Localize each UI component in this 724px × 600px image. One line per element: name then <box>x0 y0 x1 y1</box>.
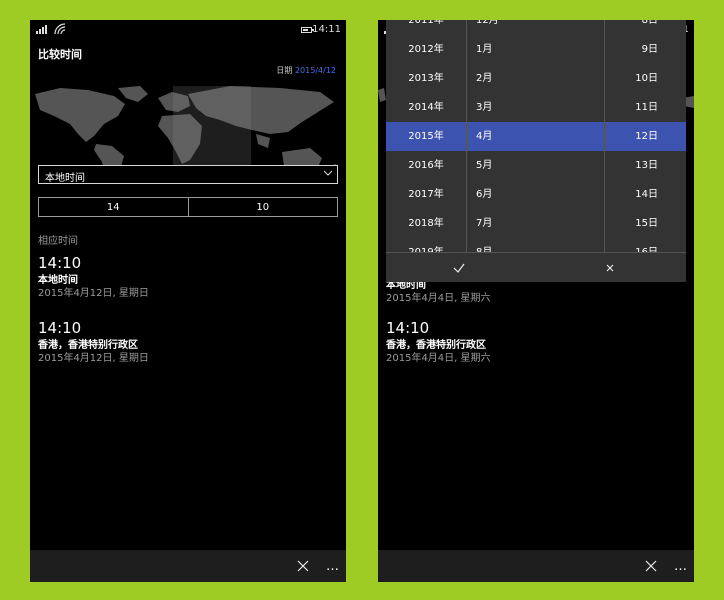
year-item[interactable]: 2012年 <box>386 35 466 64</box>
day-item[interactable]: 9日 <box>606 35 686 64</box>
entry-time: 14:10 <box>38 319 82 337</box>
dropdown-value: 本地时间 <box>45 173 85 184</box>
more-icon[interactable]: … <box>674 559 688 574</box>
app-bar: … <box>30 550 346 582</box>
time-entry: 14:10 香港，香港特别行政区 2015年4月4日, 星期六 <box>386 319 491 365</box>
month-item[interactable]: 3月 <box>468 93 604 122</box>
day-item[interactable]: 8日 <box>606 20 686 35</box>
entry-date: 2015年4月12日, 星期日 <box>38 288 149 299</box>
time-entry: 14:10 香港，香港特别行政区 2015年4月12日, 星期日 <box>38 319 149 365</box>
entry-place: 香港，香港特别行政区 <box>38 340 138 351</box>
close-icon[interactable] <box>605 263 615 273</box>
more-icon[interactable]: … <box>326 559 340 574</box>
date-value[interactable]: 2015/4/12 <box>295 66 336 75</box>
section-header: 相应时间 <box>38 236 78 247</box>
close-icon[interactable] <box>644 559 658 573</box>
app-bar: … <box>378 550 694 582</box>
day-item[interactable]: 11日 <box>606 93 686 122</box>
checkmark-icon[interactable] <box>452 261 466 275</box>
year-item[interactable]: 2018年 <box>386 209 466 238</box>
day-item[interactable]: 13日 <box>606 151 686 180</box>
date-picker-flyout[interactable]: 2011年 2012年 2013年 2014年 2015年 2016年 2017… <box>386 20 686 282</box>
day-item[interactable]: 10日 <box>606 64 686 93</box>
day-column[interactable]: 8日 9日 10日 11日 12日 13日 14日 15日 16日 <box>606 20 686 258</box>
phone-screen-right: 14:11 本地时间 2015年4月4日, 星期六 14:10 香港，香港特别行… <box>378 20 694 582</box>
year-item-selected[interactable]: 2015年 <box>386 122 466 151</box>
entry-time: 14:10 <box>38 254 82 272</box>
month-item[interactable]: 12月 <box>468 20 604 35</box>
entry-place: 本地时间 <box>38 275 78 286</box>
day-item[interactable]: 15日 <box>606 209 686 238</box>
entry-date: 2015年4月4日, 星期六 <box>386 353 491 364</box>
month-item-selected[interactable]: 4月 <box>468 122 604 151</box>
phone-screen-left: 14:11 比较时间 日期 2015/4/12 本地时间 14 10 相应时间 … <box>30 20 346 582</box>
entry-place: 香港，香港特别行政区 <box>386 340 486 351</box>
month-item[interactable]: 1月 <box>468 35 604 64</box>
time-entry: 14:10 本地时间 2015年4月12日, 星期日 <box>38 254 149 300</box>
close-icon[interactable] <box>296 559 310 573</box>
month-item[interactable]: 7月 <box>468 209 604 238</box>
year-item[interactable]: 2013年 <box>386 64 466 93</box>
page-title: 比较时间 <box>38 48 82 61</box>
timezone-dropdown[interactable]: 本地时间 <box>38 165 338 184</box>
date-label: 日期 <box>276 66 293 75</box>
wifi-icon <box>54 23 66 35</box>
chevron-down-icon <box>324 170 332 176</box>
status-clock: 14:11 <box>312 24 341 35</box>
time-picker[interactable]: 14 10 <box>38 197 338 217</box>
month-item[interactable]: 5月 <box>468 151 604 180</box>
entry-time: 14:10 <box>386 319 430 337</box>
status-bar: 14:11 <box>30 20 346 40</box>
day-item[interactable]: 14日 <box>606 180 686 209</box>
year-column[interactable]: 2011年 2012年 2013年 2014年 2015年 2016年 2017… <box>386 20 467 258</box>
entry-date: 2015年4月12日, 星期日 <box>38 353 149 364</box>
day-item-selected[interactable]: 12日 <box>606 122 686 151</box>
entry-date: 2015年4月4日, 星期六 <box>386 293 491 304</box>
minute-field[interactable]: 10 <box>189 198 338 216</box>
hour-field[interactable]: 14 <box>39 198 189 216</box>
year-item[interactable]: 2014年 <box>386 93 466 122</box>
year-item[interactable]: 2011年 <box>386 20 466 35</box>
month-item[interactable]: 2月 <box>468 64 604 93</box>
date-selector[interactable]: 日期 2015/4/12 <box>276 65 336 76</box>
year-item[interactable]: 2017年 <box>386 180 466 209</box>
signal-icon <box>36 25 48 34</box>
picker-buttons <box>386 252 686 282</box>
month-item[interactable]: 6月 <box>468 180 604 209</box>
year-item[interactable]: 2016年 <box>386 151 466 180</box>
month-column[interactable]: 12月 1月 2月 3月 4月 5月 6月 7月 8月 <box>468 20 605 258</box>
battery-icon <box>301 27 314 33</box>
